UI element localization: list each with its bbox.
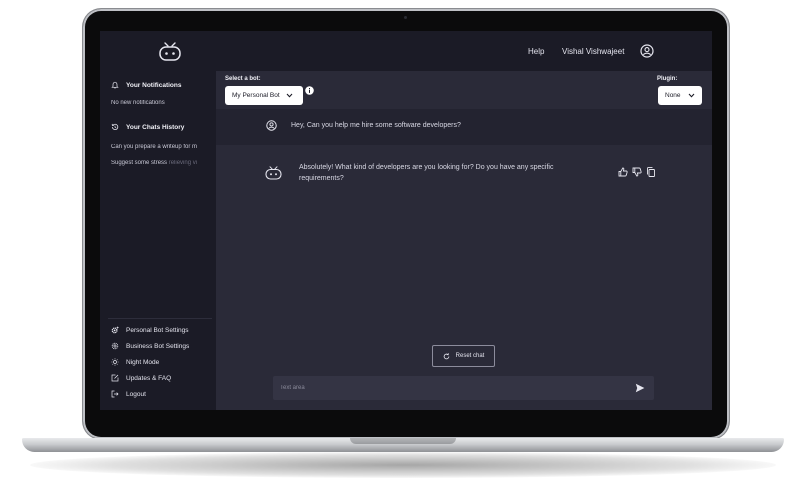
chevron-down-icon xyxy=(688,93,694,98)
plugin-select-label: Plugin: xyxy=(657,76,678,82)
gear-plus-icon xyxy=(111,326,119,334)
sidebar-item-label: Business Bot Settings xyxy=(126,342,190,350)
sidebar-item-logout[interactable]: Logout xyxy=(111,390,146,398)
user-message-text: Hey, Can you help me hire some software … xyxy=(291,122,461,129)
sidebar: Your Notifications No new notifications … xyxy=(100,71,216,410)
history-item-text: Can you prepare a writeup for m xyxy=(111,144,198,150)
laptop-shadow xyxy=(30,452,776,478)
gear-icon xyxy=(111,342,119,350)
bot-select-label: Select a bot: xyxy=(225,76,261,82)
top-bar: Help Vishal Vishwajeet xyxy=(100,31,712,71)
history-icon xyxy=(111,123,119,131)
history-item-text: Suggest some stress xyxy=(111,160,169,166)
send-icon[interactable] xyxy=(635,383,645,393)
user-message: Hey, Can you help me hire some software … xyxy=(216,109,712,145)
help-link[interactable]: Help xyxy=(528,47,544,56)
sidebar-item-night-mode[interactable]: Night Mode xyxy=(111,358,159,366)
sidebar-item-updates-faq[interactable]: Updates & FAQ xyxy=(111,374,171,382)
message-input-bar xyxy=(273,376,654,400)
thumbs-up-icon[interactable] xyxy=(618,167,628,177)
edit-icon xyxy=(111,374,119,382)
message-actions xyxy=(618,167,656,177)
webcam xyxy=(404,16,407,19)
plugin-select-dropdown[interactable]: None xyxy=(658,86,702,105)
info-icon[interactable] xyxy=(305,86,314,95)
sidebar-divider xyxy=(108,318,212,319)
robot-avatar-icon xyxy=(265,166,282,180)
refresh-icon xyxy=(443,352,449,359)
message-input[interactable] xyxy=(273,376,623,400)
history-item[interactable]: Suggest some stress relieving vi xyxy=(111,160,211,166)
chevron-down-icon xyxy=(286,93,293,98)
laptop-notch xyxy=(350,438,456,444)
sun-icon xyxy=(111,358,119,366)
sidebar-item-label: Personal Bot Settings xyxy=(126,326,189,334)
logout-icon xyxy=(111,390,119,398)
robot-logo-icon[interactable] xyxy=(158,42,182,62)
sidebar-item-label: Night Mode xyxy=(126,358,160,366)
sidebar-item-label: Updates & FAQ xyxy=(126,374,172,382)
user-name[interactable]: Vishal Vishwajeet xyxy=(562,47,624,56)
sidebar-item-personal-bot-settings[interactable]: Personal Bot Settings xyxy=(111,326,189,334)
chat-panel: Select a bot: My Personal Bot Plugin: No… xyxy=(216,71,712,410)
notifications-heading: Your Notifications xyxy=(111,81,182,89)
bot-select-value: My Personal Bot xyxy=(232,92,280,99)
thumbs-down-icon[interactable] xyxy=(632,167,642,177)
history-heading: Your Chats History xyxy=(111,123,184,131)
bot-message-text: Absolutely! What kind of developers are … xyxy=(299,164,554,182)
reset-chat-button[interactable]: Reset chat xyxy=(432,345,495,367)
user-circle-icon xyxy=(266,120,277,131)
sidebar-item-business-bot-settings[interactable]: Business Bot Settings xyxy=(111,342,189,350)
copy-icon[interactable] xyxy=(646,167,656,177)
sidebar-item-label: Logout xyxy=(126,390,146,398)
user-circle-icon[interactable] xyxy=(640,44,654,58)
history-item[interactable]: Can you prepare a writeup for m xyxy=(111,144,211,150)
notifications-title: Your Notifications xyxy=(126,81,182,89)
history-item-text-faded: relieving vi xyxy=(168,160,198,166)
bot-select-dropdown[interactable]: My Personal Bot xyxy=(225,86,303,105)
reset-chat-label: Reset chat xyxy=(455,353,485,359)
plugin-select-value: None xyxy=(665,92,681,99)
app-screen: Help Vishal Vishwajeet Your Notification… xyxy=(100,31,712,410)
no-notifications-text: No new notifications xyxy=(111,100,165,106)
history-title: Your Chats History xyxy=(126,123,185,131)
bell-icon xyxy=(111,81,119,89)
